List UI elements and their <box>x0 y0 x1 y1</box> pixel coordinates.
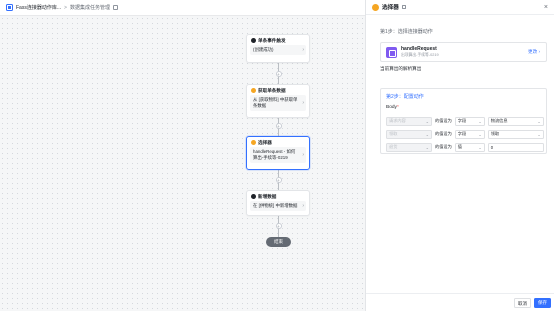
node-body: 在 [供物统] 中新增数据 › <box>250 201 306 211</box>
node-title: 获取单条数据 <box>258 87 286 93</box>
breadcrumb[interactable]: 数据集成任务管理 <box>70 4 110 11</box>
chevron-right-icon: › <box>302 203 304 209</box>
edit-icon[interactable] <box>112 5 118 10</box>
flow-node-selector[interactable]: 选择器 handleRequest - 如何 算出-手续等-0219 › <box>246 136 310 170</box>
node-body-text: (创建成功) <box>253 47 274 52</box>
type-select[interactable]: 字段 ⌄ <box>454 116 485 126</box>
action-subtitle: 出项算出-手续等-0219 <box>401 53 439 57</box>
database-icon <box>251 88 256 93</box>
node-title: 新增数据 <box>258 193 277 199</box>
add-step-button[interactable]: + <box>275 223 282 229</box>
flow-node-add-record[interactable]: 新增数据 在 [供物统] 中新增数据 › <box>246 190 310 216</box>
field-mapping-row: 退货 ⌄ 的值设为 值 ⌄ 0 <box>386 142 544 152</box>
field-value: 请求内容 <box>389 118 406 123</box>
type-value: 字段 <box>457 131 467 136</box>
chevron-down-icon: ⌄ <box>478 144 482 150</box>
connector-icon <box>386 47 397 58</box>
panel-footer: 取消 保存 <box>366 293 554 311</box>
required-mark: * <box>396 105 399 110</box>
config-section: 第2步：配置动作 Body* 请求内容 ⌄ 的值设为 字段 ⌄ 物流信息 ⌄ 领取 ⌄ … <box>380 88 547 154</box>
field-value: 领取 <box>389 131 398 136</box>
add-step-button[interactable]: + <box>275 71 282 77</box>
body-label-text: Body <box>386 105 397 110</box>
cancel-button[interactable]: 取消 <box>514 298 531 308</box>
edit-icon[interactable] <box>401 5 406 9</box>
chevron-right-icon: › <box>302 47 304 53</box>
field-value: 退货 <box>389 144 398 149</box>
app-name[interactable]: Fass连接器动作库... <box>16 4 61 11</box>
config-panel: 选择器 × 第1步：选择连接器动作 handleRequest 出项算出-手续等… <box>365 0 554 311</box>
field-select: 领取 ⌄ <box>386 129 432 139</box>
top-bar: Fass连接器动作库... > 数据集成任务管理 <box>0 0 365 16</box>
node-body: handleRequest - 如何 算出-手续等-0219 › <box>250 147 306 163</box>
flow-canvas[interactable]: + + + + <box>0 16 365 311</box>
value-select[interactable]: 领取 ⌄ <box>487 129 544 139</box>
chevron-down-icon: ⌄ <box>425 131 429 137</box>
value-input[interactable]: 0 <box>487 142 544 152</box>
add-step-button[interactable]: + <box>275 177 282 183</box>
set-value-label: 的值设为 <box>435 131 452 136</box>
selector-icon <box>251 140 256 145</box>
type-select[interactable]: 值 ⌄ <box>454 142 485 152</box>
chevron-down-icon: ⌄ <box>537 118 541 124</box>
type-select[interactable]: 字段 ⌄ <box>454 129 485 139</box>
chevron-down-icon: ⌄ <box>478 131 482 137</box>
chevron-down-icon: ⌄ <box>425 118 429 124</box>
mapped-value: 物流信息 <box>490 118 508 123</box>
change-label[interactable]: 更改 <box>528 49 537 54</box>
add-record-icon <box>251 194 256 199</box>
mapped-value: 领取 <box>490 131 500 136</box>
chevron-right-icon: › <box>302 100 304 106</box>
chevron-down-icon: ⌄ <box>425 144 429 150</box>
node-title: 单条事件触发 <box>258 37 286 43</box>
body-label: Body* <box>386 105 399 110</box>
field-select: 退货 ⌄ <box>386 142 432 152</box>
field-mapping-row: 请求内容 ⌄ 的值设为 字段 ⌄ 物流信息 ⌄ <box>386 116 544 126</box>
selector-icon <box>372 3 379 11</box>
hint-text: 当前算出的解析算出 <box>380 66 422 71</box>
breadcrumb-separator: > <box>64 4 67 11</box>
action-name: handleRequest <box>401 46 437 52</box>
end-node: 结束 <box>266 237 291 247</box>
node-body-text: 从 [获取物料] 中获取单条数据 <box>253 97 298 108</box>
node-body-text: 在 [供物统] 中新增数据 <box>253 203 298 208</box>
node-title: 选择器 <box>258 139 272 145</box>
set-value-label: 的值设为 <box>435 144 452 149</box>
node-body: (创建成功) › <box>250 45 306 55</box>
chevron-down-icon: ⌄ <box>537 131 541 137</box>
type-value: 值 <box>457 144 462 149</box>
panel-header: 选择器 × <box>366 0 554 15</box>
set-value-label: 的值设为 <box>435 118 452 123</box>
value-select[interactable]: 物流信息 ⌄ <box>487 116 544 126</box>
mapped-value: 0 <box>490 144 494 150</box>
type-value: 字段 <box>457 118 467 123</box>
change-action-link[interactable]: 更改 › <box>528 49 540 55</box>
save-button[interactable]: 保存 <box>534 298 551 308</box>
close-icon[interactable]: × <box>544 4 548 11</box>
node-body: 从 [获取物料] 中获取单条数据 › <box>250 95 306 111</box>
flow-node-get-record[interactable]: 获取单条数据 从 [获取物料] 中获取单条数据 › <box>246 84 310 118</box>
step2-label: 第2步：配置动作 <box>386 94 424 100</box>
field-mapping-row: 领取 ⌄ 的值设为 字段 ⌄ 领取 ⌄ <box>386 129 544 139</box>
chevron-down-icon: ⌄ <box>478 118 482 124</box>
trigger-icon <box>251 38 256 43</box>
field-select: 请求内容 ⌄ <box>386 116 432 126</box>
panel-title: 选择器 <box>382 5 399 11</box>
node-body-text: handleRequest - 如何 算出-手续等-0219 <box>253 149 296 160</box>
step1-label: 第1步：选择连接器动作 <box>380 29 433 35</box>
action-card[interactable]: handleRequest 出项算出-手续等-0219 更改 › <box>380 42 547 62</box>
app-logo-icon <box>6 4 13 11</box>
flow-node-trigger[interactable]: 单条事件触发 (创建成功) › <box>246 34 310 63</box>
chevron-right-icon: › <box>302 152 304 158</box>
add-step-button[interactable]: + <box>275 123 282 129</box>
